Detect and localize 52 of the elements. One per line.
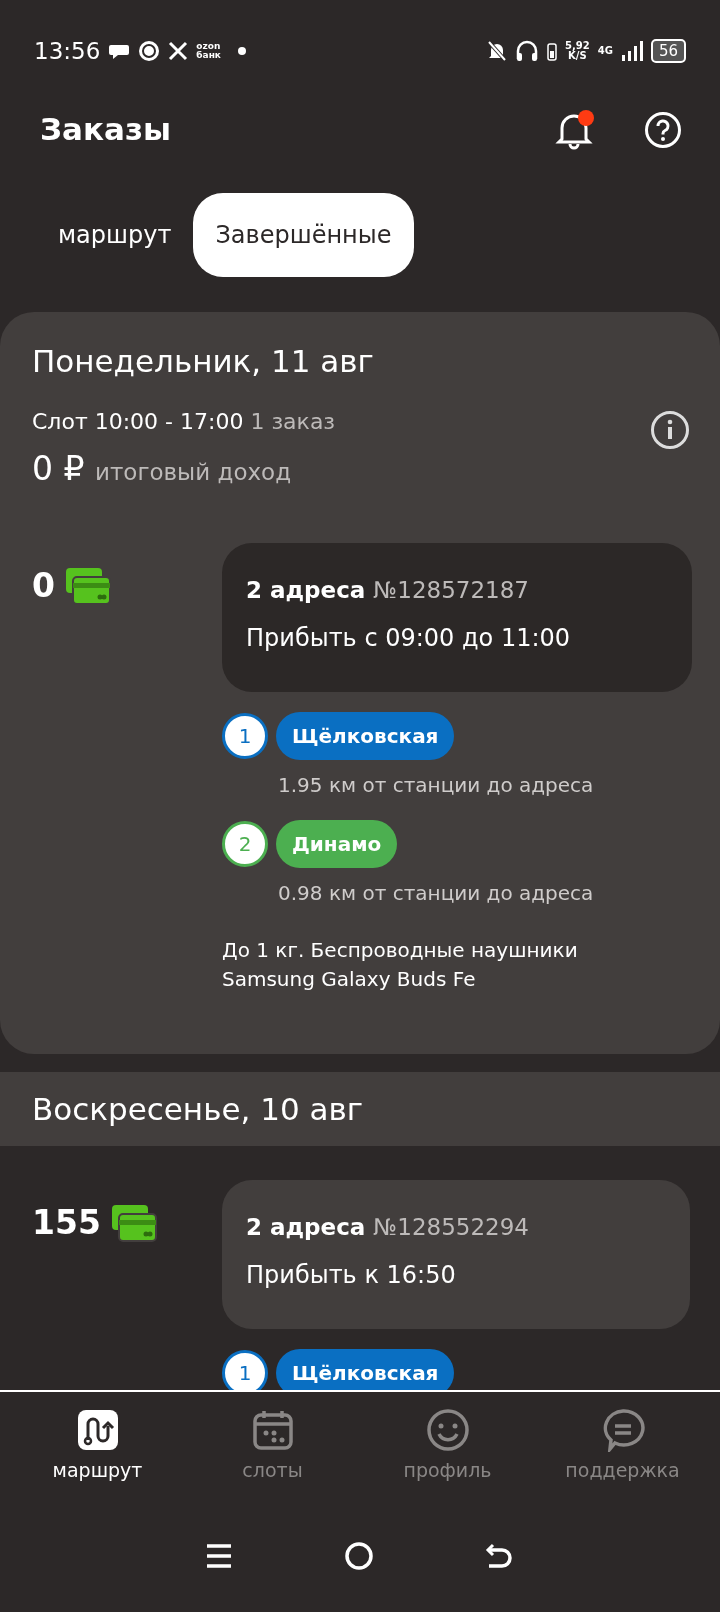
- headphones-icon: [515, 39, 540, 63]
- chat-bubble-icon: [108, 42, 131, 60]
- day-date: Воскресенье, 10 авг: [32, 1089, 365, 1129]
- arrival-time: Прибыть с 09:00 до 11:00: [246, 622, 572, 654]
- help-icon[interactable]: [644, 111, 682, 149]
- station-distance: 0.98 км от станции до адреса: [278, 879, 595, 907]
- battery-small-icon: [547, 41, 558, 61]
- tab[interactable]: маршрут: [36, 193, 194, 277]
- payment-cards-icon: [110, 1203, 157, 1242]
- network-speed-unit: K/S: [568, 51, 587, 61]
- metro-station-tag: Щёлковская: [276, 711, 455, 760]
- info-icon[interactable]: [650, 410, 690, 450]
- x-logo-icon: [168, 41, 189, 61]
- order-title: 2 адреса №128552294: [246, 1213, 530, 1242]
- slot-info: Слот 10:00 - 17:00 1 заказ: [32, 407, 337, 436]
- order-card[interactable]: 2 адреса №128552294 Прибыть к 16:50: [222, 1180, 690, 1329]
- home-icon[interactable]: [344, 1541, 374, 1571]
- smiley-face-icon[interactable]: [425, 1407, 470, 1452]
- network-speed: 5,92: [565, 41, 590, 51]
- order-title: 2 адреса №128572187: [246, 576, 530, 605]
- order-card[interactable]: 2 адреса №128572187 Прибыть с 09:00 до 11:00: [222, 543, 692, 692]
- round-logo-icon: [138, 40, 161, 62]
- nav-tab[interactable]: маршрут: [10, 1392, 185, 1500]
- back-icon[interactable]: [484, 1542, 515, 1570]
- nav-tab[interactable]: профиль: [360, 1392, 535, 1500]
- page-title: Заказы: [40, 111, 171, 149]
- order-description: До 1 кг. Беспроводные наушники Samsung Galaxy Buds Fe: [222, 936, 579, 993]
- status-time: 13:56: [34, 36, 101, 66]
- metro-station-tag: Щёлковская: [276, 1348, 455, 1390]
- nav-tab[interactable]: слоты: [185, 1392, 360, 1500]
- order-amount: 0: [32, 565, 55, 607]
- stop-number: 1: [222, 712, 268, 759]
- nav-tab[interactable]: поддержка: [535, 1392, 710, 1500]
- muted-bell-icon: [487, 40, 508, 62]
- order-amount: 155: [32, 1202, 101, 1244]
- total-income: 0 ₽ итоговый доход: [32, 447, 293, 490]
- signal-icon: [620, 40, 643, 62]
- day-date: Понедельник, 11 авг: [32, 342, 374, 381]
- tab[interactable]: Завершённые: [193, 193, 414, 277]
- bank-logo: ozon банк: [196, 42, 222, 60]
- station-distance: 1.95 км от станции до адреса: [278, 771, 595, 799]
- stop-number: 2: [222, 820, 268, 867]
- dot-icon: [238, 47, 247, 55]
- menu-icon[interactable]: [205, 1543, 234, 1569]
- metro-station-tag: Динамо: [276, 819, 398, 868]
- notification-bell-icon[interactable]: [554, 109, 596, 151]
- stop-number: 1: [222, 1349, 268, 1390]
- route-icon[interactable]: [75, 1407, 120, 1452]
- payment-cards-icon: [64, 566, 111, 605]
- battery-level: 56: [650, 39, 686, 63]
- arrival-time: Прибыть к 16:50: [246, 1259, 457, 1291]
- network-type: 4G: [597, 46, 613, 56]
